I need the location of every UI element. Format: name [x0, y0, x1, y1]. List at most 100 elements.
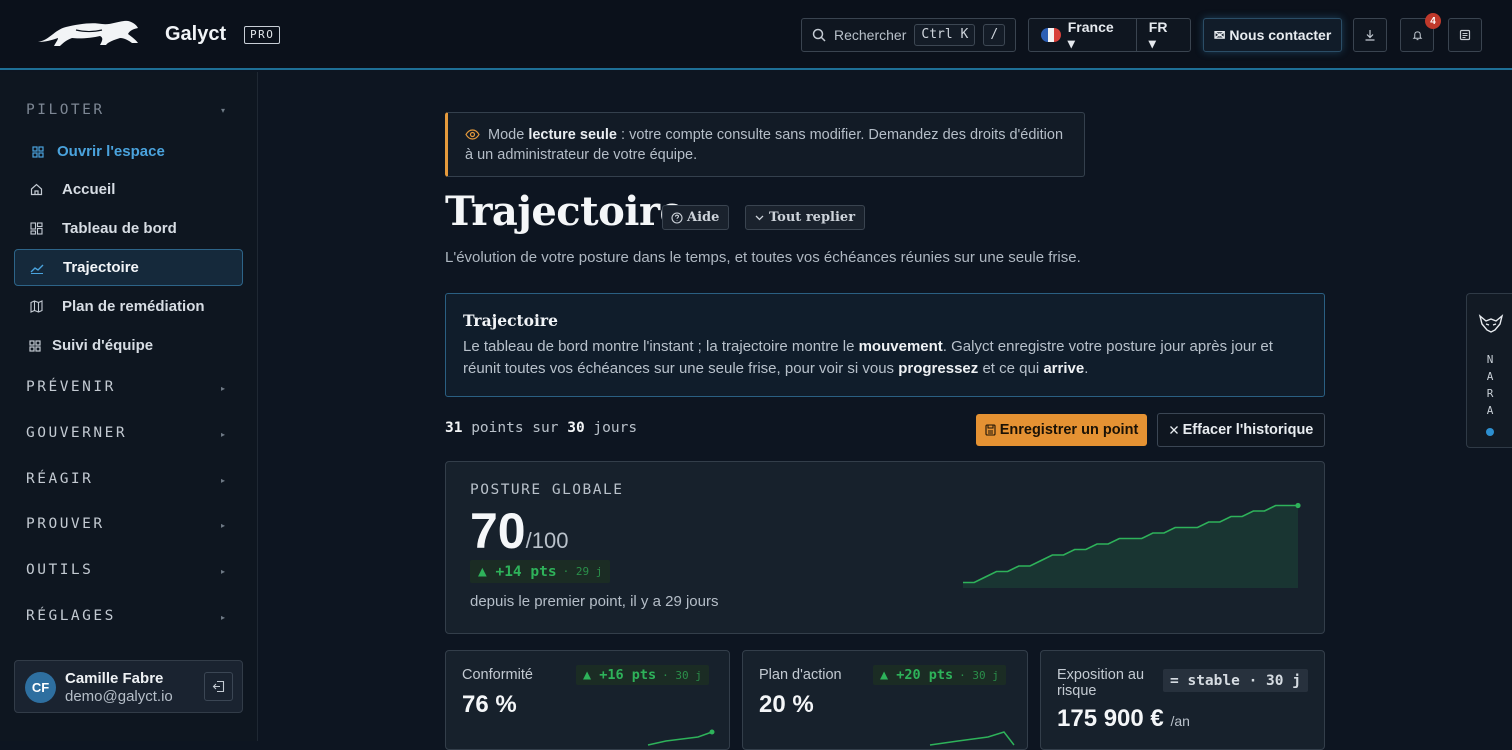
- kpi-card-compliance: Conformité 76 % ▲ +16 pts · 30 j: [445, 650, 730, 750]
- sidebar-item-label: Plan de remédiation: [62, 298, 205, 315]
- page-title: Trajectoire: [445, 188, 685, 235]
- points-count: 31: [445, 420, 463, 436]
- kpi-delta-badge: ▲ +16 pts · 30 j: [576, 665, 709, 685]
- posture-since: depuis le premier point, il y a 29 jours: [470, 593, 719, 610]
- nara-letter: N: [1486, 353, 1494, 366]
- section-reagir[interactable]: RÉAGIR: [26, 471, 93, 487]
- document-icon: [1459, 29, 1471, 41]
- page-subtitle: L'évolution de votre posture dans le tem…: [445, 249, 1081, 266]
- history-count: 31 points sur 30 jours: [445, 420, 637, 436]
- info-text-part: .: [1084, 360, 1089, 377]
- nara-label: NARA: [1467, 351, 1512, 419]
- posture-delta: ▲ +14 pts: [478, 563, 557, 580]
- kpi-delta-badge: = stable · 30 j: [1163, 669, 1308, 692]
- kpi-delta-badge: ▲ +20 pts · 30 j: [873, 665, 1006, 685]
- brand-name[interactable]: Galyct: [165, 23, 226, 46]
- sidebar-item-trajectoire[interactable]: Trajectoire: [14, 249, 243, 286]
- download-button[interactable]: [1353, 18, 1387, 52]
- chevron-right-icon: ▸: [221, 521, 226, 530]
- panel-toggle-button[interactable]: [1448, 18, 1482, 52]
- kpi-label: Conformité: [462, 667, 533, 683]
- sidebar-item-dashboard[interactable]: Tableau de bord: [14, 210, 243, 247]
- posture-last-point: [1295, 502, 1301, 509]
- info-title: Trajectoire: [463, 311, 558, 330]
- kpi-period: · 30 j: [959, 668, 999, 682]
- language-label: FR ▾: [1148, 18, 1168, 51]
- top-bar: Galyct PRO Rechercher Ctrl K / France ▾ …: [0, 0, 1512, 70]
- section-outils[interactable]: OUTILS: [26, 562, 93, 578]
- section-prevenir[interactable]: PRÉVENIR: [26, 379, 116, 395]
- kpi-card-action-plan: Plan d'action 20 % ▲ +20 pts · 30 j: [742, 650, 1028, 750]
- logout-icon: [212, 680, 225, 693]
- kpi-sparkline: [647, 729, 715, 746]
- panther-logo-icon[interactable]: [36, 18, 140, 50]
- kpi-label: Exposition au risque: [1057, 667, 1145, 699]
- section-gouverner[interactable]: GOUVERNER: [26, 425, 127, 441]
- nara-letter: A: [1486, 370, 1494, 383]
- trend-line-icon: [28, 262, 46, 274]
- read-only-alert: Mode lecture seule : votre compte consul…: [445, 112, 1085, 177]
- collapse-all-button[interactable]: Tout replier: [745, 205, 866, 230]
- chevron-down-icon: [755, 215, 764, 221]
- posture-value: 70/100: [470, 502, 568, 560]
- chevron-right-icon: ▸: [221, 567, 226, 576]
- sidebar-item-open-space[interactable]: Ouvrir l'espace: [14, 133, 243, 170]
- avatar[interactable]: CF: [25, 672, 56, 703]
- sidebar-item-home[interactable]: Accueil: [14, 171, 243, 208]
- days-count: 30: [567, 420, 585, 436]
- chevron-right-icon: ▸: [221, 384, 226, 393]
- posture-delta-badge: ▲ +14 pts · 29 j: [470, 560, 611, 583]
- posture-max: /100: [525, 528, 569, 553]
- chevron-right-icon: ▸: [221, 476, 226, 485]
- search-placeholder: Rechercher: [834, 27, 907, 43]
- status-dot-icon: [1486, 428, 1494, 436]
- country-select[interactable]: France ▾: [1029, 19, 1137, 51]
- search-shortcut-alt: /: [983, 24, 1006, 46]
- info-text-part: Le tableau de bord montre l'instant ; la…: [463, 338, 859, 355]
- search-icon: [812, 28, 826, 42]
- chevron-right-icon: ▸: [221, 613, 226, 622]
- kpi-unit: /an: [1170, 713, 1190, 729]
- plan-badge: PRO: [244, 26, 281, 44]
- help-icon: [671, 211, 683, 224]
- posture-delta-period: · 29 j: [562, 565, 603, 578]
- help-label: Aide: [687, 210, 720, 225]
- save-point-button[interactable]: Enregistrer un point: [976, 414, 1147, 446]
- section-prouver[interactable]: PROUVER: [26, 516, 105, 532]
- sidebar: PILOTER ▾ Ouvrir l'espace Accueil Tablea…: [0, 72, 258, 741]
- section-piloter[interactable]: PILOTER: [26, 102, 105, 118]
- help-button[interactable]: Aide: [662, 205, 730, 230]
- section-reglages[interactable]: RÉGLAGES: [26, 608, 116, 624]
- save-point-label: Enregistrer un point: [999, 422, 1139, 438]
- info-text-part: et ce qui: [978, 360, 1044, 377]
- clear-history-button[interactable]: Effacer l'historique: [1157, 413, 1325, 447]
- sidebar-item-remediation[interactable]: Plan de remédiation: [14, 288, 243, 325]
- map-icon: [27, 300, 45, 313]
- clear-history-label: Effacer l'historique: [1182, 422, 1314, 438]
- info-emphasis: mouvement: [858, 338, 943, 355]
- trajectory-info-box: Trajectoire Le tableau de bord montre l'…: [445, 293, 1325, 397]
- chevron-down-icon: ▾: [221, 106, 226, 115]
- kpi-value: 175 900 €: [1057, 705, 1164, 732]
- kpi-delta: ▲ +16 pts: [583, 667, 657, 683]
- search-box[interactable]: Rechercher Ctrl K /: [801, 18, 1016, 52]
- kpi-value: 76 %: [462, 691, 517, 718]
- nara-letter: R: [1486, 387, 1494, 400]
- sidebar-item-label: Ouvrir l'espace: [57, 143, 165, 160]
- posture-score: 70: [470, 503, 526, 559]
- collapse-all-label: Tout replier: [769, 210, 856, 225]
- logout-button[interactable]: [204, 672, 233, 701]
- sidebar-item-label: Suivi d'équipe: [52, 337, 154, 354]
- france-flag-icon: [1041, 28, 1061, 42]
- sidebar-item-team-tracking[interactable]: Suivi d'équipe: [14, 327, 243, 364]
- contact-button[interactable]: ✉ Nous contacter: [1203, 18, 1342, 52]
- language-select[interactable]: FR ▾: [1137, 19, 1190, 52]
- info-emphasis: arrive: [1043, 360, 1085, 377]
- user-card: CF Camille Fabre demo@galyct.io: [14, 660, 243, 713]
- sidebar-item-label: Trajectoire: [63, 259, 139, 276]
- nara-assistant-tab[interactable]: NARA: [1466, 293, 1512, 448]
- points-label: points sur: [462, 420, 568, 436]
- posture-sparkline: [963, 502, 1301, 588]
- search-shortcut: Ctrl K: [914, 24, 976, 46]
- posture-label: POSTURE GLOBALE: [470, 482, 624, 498]
